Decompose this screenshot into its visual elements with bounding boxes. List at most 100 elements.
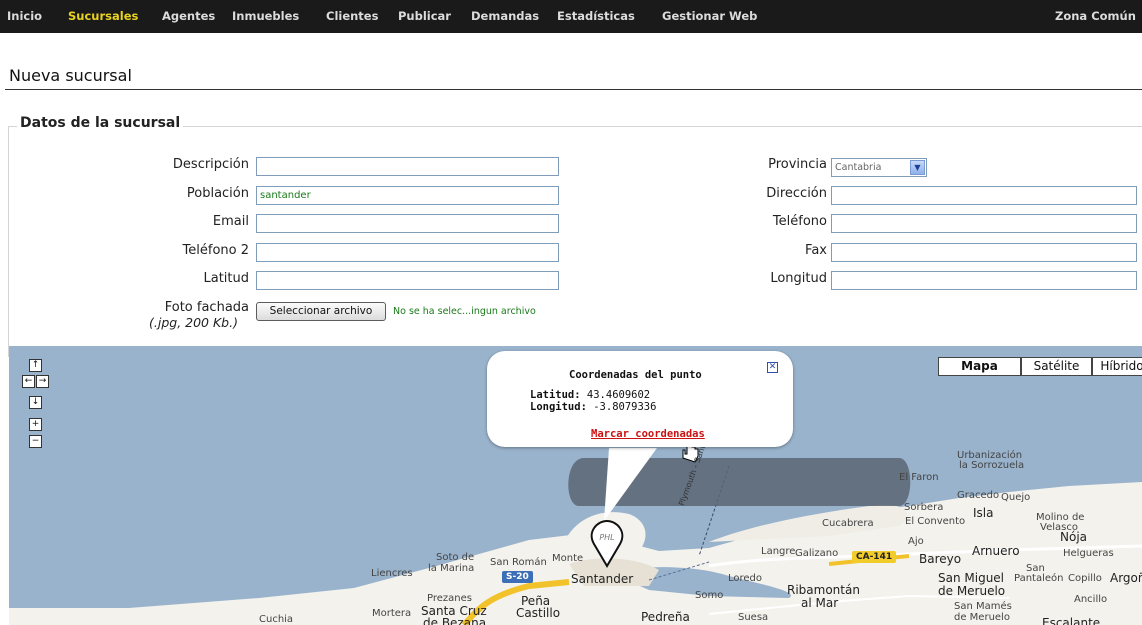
place-label: El Convento [905,516,966,527]
map-view[interactable]: PHL ↑ ← → ↓ + − Mapa Satélite Híbrido Ur… [9,346,1142,625]
provincia-select[interactable]: Cantabria ▼ [831,158,927,177]
longitud-input[interactable] [831,271,1137,290]
place-label: Somo [695,590,724,601]
chevron-down-icon[interactable]: ▼ [910,160,925,175]
place-label: San Miguel [938,571,1005,585]
place-label: Arnuero [972,544,1020,558]
arrow-up-icon: ↑ [31,360,40,370]
place-label: Sorbera [904,502,944,513]
place-label: Ribamontán [787,583,860,597]
fax-input[interactable] [831,243,1137,262]
pan-right-button[interactable]: → [36,375,49,388]
info-window-title: Coordenadas del punto [569,369,702,381]
place-label: Monte [552,553,584,564]
map-type-mapa-button[interactable]: Mapa [938,357,1021,376]
mark-coordinates-link[interactable]: Marcar coordenadas [591,428,705,440]
place-label: Copillo [1068,573,1102,584]
info-longitude-value: -3.8079336 [593,401,657,413]
nav-item-demandas[interactable]: Demandas [471,9,539,23]
foto-format-note: (.jpg, 200 Kb.) [149,315,238,330]
place-label: Ancillo [1074,594,1108,605]
place-label: San Román [490,557,547,568]
nav-item-agentes[interactable]: Agentes [162,9,215,23]
place-label: Prezanes [427,593,472,604]
place-label: Suesa [738,612,769,623]
telefono2-input[interactable] [256,243,559,262]
place-label: San Mamés [954,601,1012,612]
place-label: de Bezana [423,616,487,625]
email-input[interactable] [256,214,559,233]
top-navigation-bar: Inicio Sucursales Agentes Inmuebles Clie… [0,0,1142,33]
place-label: Pedreña [641,610,690,624]
latitud-input[interactable] [256,271,559,290]
arrow-right-icon: → [38,376,47,386]
file-status-text: No se ha selec...ingun archivo [393,306,536,317]
nav-item-publicar[interactable]: Publicar [398,9,451,23]
place-label: Argoños [1110,571,1142,585]
label-foto-fachada: Foto fachada [164,300,249,315]
place-label: la Marina [428,563,475,574]
label-provincia: Provincia [768,157,827,172]
title-divider [5,89,1142,90]
page-title: Nueva sucursal [9,66,132,85]
place-label: El Faron [899,472,939,483]
info-longitude-label: Longitud: [530,401,587,413]
info-latitude: Latitud: 43.4609602 [530,389,650,401]
place-label: Helgueras [1063,548,1114,559]
place-label: de Meruelo [954,612,1010,623]
place-label: Galizano [795,548,839,559]
plus-icon: + [31,419,40,429]
nav-item-estadisticas[interactable]: Estadísticas [557,9,635,23]
nav-item-inicio[interactable]: Inicio [7,9,42,23]
select-file-button[interactable]: Seleccionar archivo [256,302,386,321]
close-icon[interactable]: ✕ [767,362,778,373]
place-label: la Sorrozuela [959,460,1025,471]
label-telefono2: Teléfono 2 [182,243,249,258]
pan-left-button[interactable]: ← [22,375,35,388]
label-latitud: Latitud [203,271,249,286]
place-label: Soto de [436,552,475,563]
road-badge-s20: S-20 [502,571,533,583]
direccion-input[interactable] [831,186,1137,205]
place-label: Loredo [728,573,763,584]
place-label: Mortera [372,608,412,619]
zoom-in-button[interactable]: + [29,418,42,431]
place-label: Ajo [908,536,924,547]
place-label: Langre [761,546,796,557]
nav-item-sucursales[interactable]: Sucursales [68,9,138,23]
place-label: Liencres [371,568,413,579]
map-type-hibrido-button[interactable]: Híbrido [1092,357,1142,376]
place-label: Nója [1060,530,1088,544]
place-label: al Mar [801,596,839,610]
label-poblacion: Población [186,186,249,201]
place-label: Cucabrera [822,518,874,529]
marker-label: PHL [599,533,614,542]
section-title: Datos de la sucursal [17,115,184,131]
nav-item-inmuebles[interactable]: Inmuebles [232,9,299,23]
nav-item-clientes[interactable]: Clientes [326,9,378,23]
minus-icon: − [31,436,40,446]
info-latitude-label: Latitud: [530,389,581,401]
map-info-window: Coordenadas del punto Latitud: 43.460960… [487,351,793,447]
poblacion-input[interactable]: santander [256,186,559,205]
place-label: Escalante [1042,616,1101,625]
label-email: Email [212,214,249,229]
map-type-satelite-button[interactable]: Satélite [1021,357,1092,376]
pan-down-button[interactable]: ↓ [29,396,42,409]
info-longitude: Longitud: -3.8079336 [530,401,656,413]
place-label: de Meruelo [938,584,1006,598]
descripcion-input[interactable] [256,157,559,176]
label-longitud: Longitud [770,271,827,286]
label-descripcion: Descripción [172,157,249,172]
pan-up-button[interactable]: ↑ [29,359,42,372]
road-badge-ca141: CA-141 [852,551,897,563]
provincia-selected-value: Cantabria [835,162,882,173]
nav-item-gestionar-web[interactable]: Gestionar Web [662,9,757,23]
zoom-out-button[interactable]: − [29,435,42,448]
place-label: Isla [973,506,994,520]
nav-item-zona-comun[interactable]: Zona Común [1055,9,1136,23]
info-latitude-value: 43.4609602 [586,389,651,401]
label-fax: Fax [805,243,827,258]
arrow-left-icon: ← [24,376,33,386]
telefono-input[interactable] [831,214,1137,233]
